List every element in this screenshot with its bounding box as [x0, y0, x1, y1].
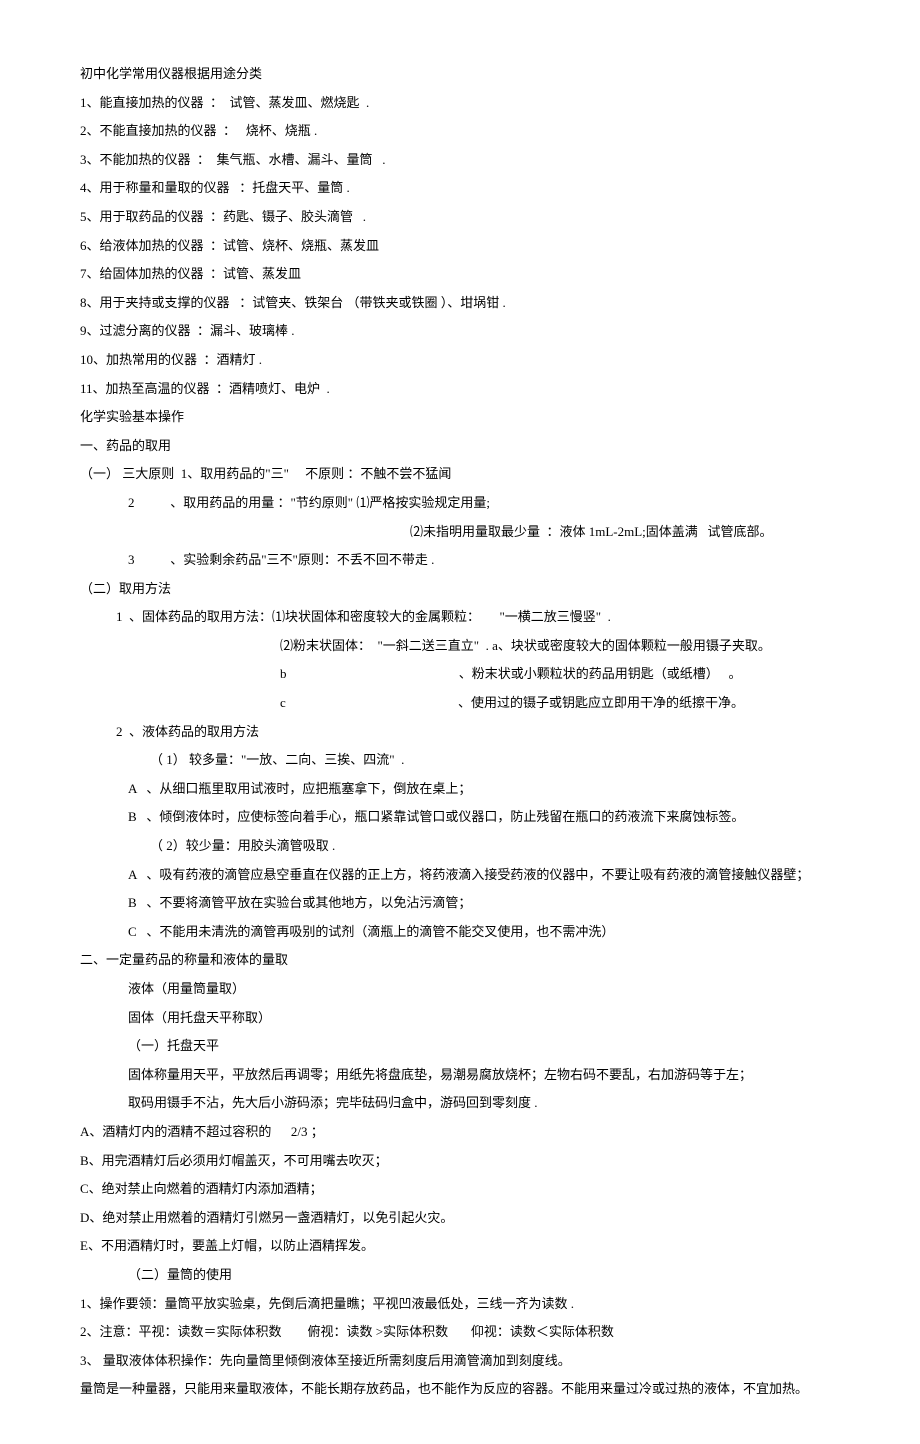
liquid-more-item: A 、从细口瓶里取用试液时，应把瓶塞拿下，倒放在桌上； [80, 775, 860, 804]
title: 初中化学常用仪器根据用途分类 [80, 60, 860, 89]
cylinder-item: 3、 量取液体体积操作：先向量筒里倾倒液体至接近所需刻度后用滴管滴加到刻度线。 [80, 1347, 860, 1376]
instrument-item: 3、不能加热的仪器 ： 集气瓶、水槽、漏斗、量筒 . [80, 146, 860, 175]
liquid-more-label: （ 1） 较多量："一放、二向、三挨、四流" . [80, 746, 860, 775]
solid-method: 1 、固体药品的取用方法：⑴块状固体和密度较大的金属颗粒： "一横二放三慢竖" … [80, 603, 860, 632]
alcohol-lamp-item: C、绝对禁止向燃着的酒精灯内添加酒精； [80, 1175, 860, 1204]
instrument-item: 5、用于取药品的仪器 ：药匙、镊子、胶头滴管 . [80, 203, 860, 232]
subsection-title: 一、药品的取用 [80, 432, 860, 461]
instrument-item: 1、能直接加热的仪器 ： 试管、蒸发皿、燃烧匙 . [80, 89, 860, 118]
cylinder-item: 2、注意：平视：读数＝实际体积数 俯视：读数 >实际体积数 仰视：读数＜实际体积… [80, 1318, 860, 1347]
principle-item: 2 、取用药品的用量 ："节约原则" ⑴严格按实验规定用量; [80, 489, 860, 518]
section-b-line: 固体（用托盘天平称取） [80, 1004, 860, 1033]
liquid-less-item: A 、吸有药液的滴管应悬空垂直在仪器的正上方，将药液滴入接受药液的仪器中，不要让… [80, 861, 860, 890]
instrument-item: 2、不能直接加热的仪器 ： 烧杯、烧瓶 . [80, 117, 860, 146]
liquid-less-label: （ 2）较少量：用胶头滴管吸取 . [80, 832, 860, 861]
solid-method: b 、粉末状或小颗粒状的药品用钥匙（或纸槽） 。 [80, 660, 860, 689]
principle-subitem: ⑵未指明用量取最少量 ：液体 1mL-2mL;固体盖满 试管底部。 [80, 518, 860, 547]
balance-line: 固体称量用天平，平放然后再调零；用纸先将盘底垫，易潮易腐放烧杯；左物右码不要乱，… [80, 1061, 860, 1090]
method-label: （二）取用方法 [80, 575, 860, 604]
alcohol-lamp-item: D、绝对禁止用燃着的酒精灯引燃另一盏酒精灯，以免引起火灾。 [80, 1204, 860, 1233]
instrument-item: 8、用于夹持或支撑的仪器 ：试管夹、铁架台 （带铁夹或铁圈 ）、坩埚钳 . [80, 289, 860, 318]
liquid-less-item: B 、不要将滴管平放在实验台或其他地方，以免沾污滴管； [80, 889, 860, 918]
cylinder-note: 量筒是一种量器，只能用来量取液体，不能长期存放药品，也不能作为反应的容器。不能用… [80, 1375, 860, 1404]
instrument-item: 4、用于称量和量取的仪器 ：托盘天平、量筒 . [80, 174, 860, 203]
liquid-method-label: 2 、液体药品的取用方法 [80, 718, 860, 747]
balance-label: （一）托盘天平 [80, 1032, 860, 1061]
alcohol-lamp-item: E、不用酒精灯时，要盖上灯帽，以防止酒精挥发。 [80, 1232, 860, 1261]
section-b-line: 液体（用量筒量取） [80, 975, 860, 1004]
section-b-title: 二、一定量药品的称量和液体的量取 [80, 946, 860, 975]
alcohol-lamp-item: B、用完酒精灯后必须用灯帽盖灭，不可用嘴去吹灭； [80, 1147, 860, 1176]
instrument-item: 7、给固体加热的仪器 ：试管、蒸发皿 [80, 260, 860, 289]
cylinder-label: （二）量筒的使用 [80, 1261, 860, 1290]
instrument-item: 10、加热常用的仪器 ：酒精灯 . [80, 346, 860, 375]
solid-method: ⑵粉末状固体： "一斜二送三直立" . a、块状或密度较大的固体颗粒一般用镊子夹… [80, 632, 860, 661]
instrument-item: 6、给液体加热的仪器 ：试管、烧杯、烧瓶、蒸发皿 [80, 232, 860, 261]
balance-line: 取码用镊手不沾，先大后小游码添；完毕砝码归盒中，游码回到零刻度 . [80, 1089, 860, 1118]
liquid-more-item: B 、倾倒液体时，应使标签向着手心，瓶口紧靠试管口或仪器口，防止残留在瓶口的药液… [80, 803, 860, 832]
section-title: 化学实验基本操作 [80, 403, 860, 432]
solid-method: c 、使用过的镊子或钥匙应立即用干净的纸擦干净。 [80, 689, 860, 718]
principle-item: 3 、实验剩余药品"三不"原则：不丢不回不带走 . [80, 546, 860, 575]
instrument-item: 11、加热至高温的仪器 ：酒精喷灯、电炉 . [80, 375, 860, 404]
alcohol-lamp-item: A、酒精灯内的酒精不超过容积的 2/3 ； [80, 1118, 860, 1147]
principle-label: （一） 三大原则 1、取用药品的"三" 不原则 ：不触不尝不猛闻 [80, 460, 860, 489]
liquid-less-item: C 、不能用未清洗的滴管再吸别的试剂（滴瓶上的滴管不能交叉使用，也不需冲洗） [80, 918, 860, 947]
instrument-item: 9、过滤分离的仪器 ：漏斗、玻璃棒 . [80, 317, 860, 346]
